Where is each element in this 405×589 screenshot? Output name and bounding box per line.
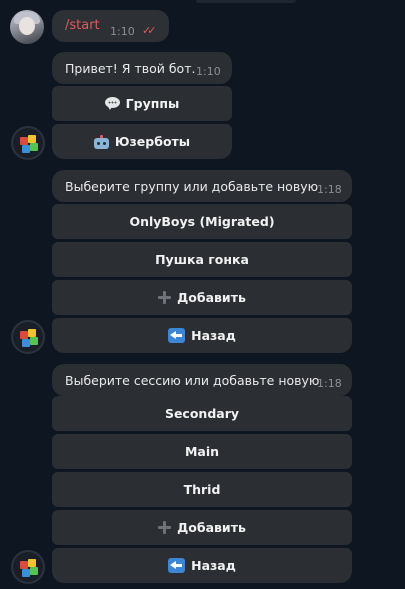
button-label: Main xyxy=(184,444,220,459)
add-group-button[interactable]: Добавить xyxy=(52,280,352,315)
user-avatar[interactable] xyxy=(10,10,44,44)
bot-avatar[interactable] xyxy=(11,320,45,354)
back-button[interactable]: Назад xyxy=(52,318,352,353)
session-button-main[interactable]: Main xyxy=(52,434,352,469)
robot-icon xyxy=(93,134,109,149)
button-label: Добавить xyxy=(177,520,246,535)
button-label: Назад xyxy=(191,328,236,343)
button-label: OnlyBoys (Migrated) xyxy=(129,214,275,229)
back-arrow-icon xyxy=(168,558,186,573)
session-button-thrid[interactable]: Thrid xyxy=(52,472,352,507)
button-label: Secondary xyxy=(164,406,240,421)
message-time: 1:10 xyxy=(110,25,135,38)
group-button-onlyboys[interactable]: OnlyBoys (Migrated) xyxy=(52,204,352,239)
message-text: Выберите группу или добавьте новую xyxy=(65,179,319,194)
bot-avatar[interactable] xyxy=(11,550,45,584)
message-time: 1:10 xyxy=(196,65,221,78)
window-top-edge xyxy=(196,0,296,3)
add-session-button[interactable]: Добавить xyxy=(52,510,352,545)
session-prompt-message: Выберите сессию или добавьте новую 1:18 xyxy=(52,364,352,396)
button-label: Назад xyxy=(191,558,236,573)
back-arrow-icon xyxy=(168,328,186,343)
outgoing-message: /start 1:10 ✓✓ xyxy=(52,10,169,42)
bot-greeting-message: Привет! Я твой бот. 1:10 xyxy=(52,52,232,84)
command-text[interactable]: /start xyxy=(65,18,100,33)
plus-icon xyxy=(158,521,172,534)
read-check-icon: ✓✓ xyxy=(142,24,157,37)
userbots-button[interactable]: Юзерботы xyxy=(52,124,232,159)
speech-bubble-icon xyxy=(104,97,120,110)
back-button[interactable]: Назад xyxy=(52,548,352,583)
message-text: Выберите сессию или добавьте новую xyxy=(65,373,320,388)
groups-button[interactable]: Группы xyxy=(52,86,232,121)
button-label: Добавить xyxy=(177,290,246,305)
message-time: 1:18 xyxy=(317,183,342,196)
plus-icon xyxy=(158,291,172,304)
group-prompt-message: Выберите группу или добавьте новую 1:18 xyxy=(52,170,352,202)
message-time: 1:18 xyxy=(317,377,342,390)
bot-avatar[interactable] xyxy=(11,126,45,160)
button-label: Пушка гонка xyxy=(155,252,249,267)
button-label: Thrid xyxy=(183,482,221,497)
session-button-secondary[interactable]: Secondary xyxy=(52,396,352,431)
group-button-pushka[interactable]: Пушка гонка xyxy=(52,242,352,277)
button-label: Юзерботы xyxy=(114,134,191,149)
message-text: Привет! Я твой бот. xyxy=(65,61,196,76)
button-label: Группы xyxy=(125,96,180,111)
